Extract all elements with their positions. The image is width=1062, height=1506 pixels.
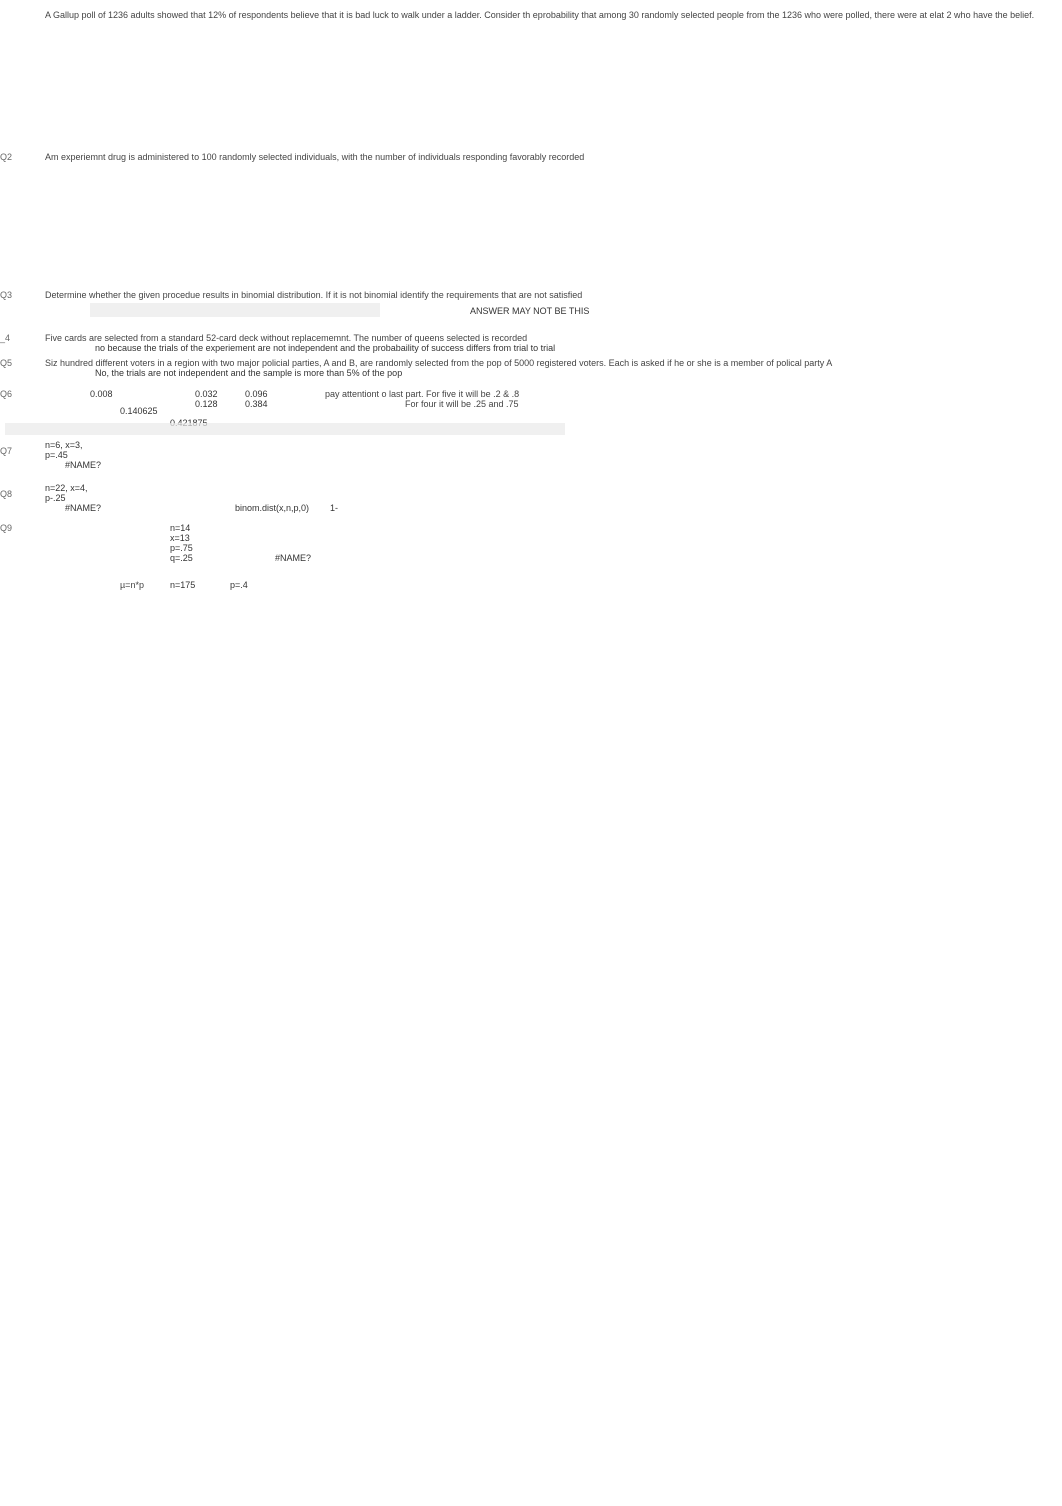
document-page: A Gallup poll of 1236 adults showed that… — [0, 0, 1062, 1506]
q3-answer-note: ANSWER MAY NOT BE THIS — [470, 306, 589, 316]
q1-text: A Gallup poll of 1236 adults showed that… — [45, 10, 1052, 20]
q2-label: Q2 — [0, 152, 30, 162]
q6-v4: 0.128 — [195, 399, 218, 409]
q6-note2: For four it will be .25 and .75 — [405, 399, 519, 409]
q3-label: Q3 — [0, 290, 30, 300]
q2-text: Am experiemnt drug is administered to 10… — [45, 152, 1052, 162]
q4-sub: no because the trials of the experiement… — [95, 343, 555, 353]
q5-text: Siz hundred different voters in a region… — [45, 358, 1052, 368]
q9-error: #NAME? — [275, 553, 311, 563]
q8-error: #NAME? — [65, 503, 101, 513]
q9-x: x=13 — [170, 533, 190, 543]
redaction-bar-2 — [5, 423, 565, 435]
q6-v3: 0.096 — [245, 389, 268, 399]
q8-label: Q8 — [0, 489, 30, 499]
q8-params: n=22, x=4, p-.25 — [45, 483, 105, 503]
q9-q: q=.25 — [170, 553, 193, 563]
q9-mu-p: p=.4 — [230, 580, 248, 590]
q6-v2: 0.032 — [195, 389, 218, 399]
q9-mu-label: µ=n*p — [120, 580, 144, 590]
q6-v1: 0.008 — [90, 389, 113, 399]
q3-text: Determine whether the given procedue res… — [45, 290, 1052, 300]
q4-text: Five cards are selected from a standard … — [45, 333, 1052, 343]
q9-p: p=.75 — [170, 543, 193, 553]
q6-v5: 0.384 — [245, 399, 268, 409]
q8-tail: 1- — [330, 503, 338, 513]
q5-label: Q5 — [0, 358, 30, 368]
q4-label: _4 — [0, 333, 30, 343]
q6-label: Q6 — [0, 389, 30, 399]
q9-n: n=14 — [170, 523, 190, 533]
q7-error: #NAME? — [65, 460, 101, 470]
q9-label: Q9 — [0, 523, 30, 533]
q7-label: Q7 — [0, 446, 30, 456]
redaction-bar — [90, 303, 380, 317]
q7-params: n=6, x=3, p=.45 — [45, 440, 105, 460]
q6-v6: 0.140625 — [120, 406, 158, 416]
q6-note1: pay attentiont o last part. For five it … — [325, 389, 519, 399]
q9-mu-n: n=175 — [170, 580, 195, 590]
q8-formula: binom.dist(x,n,p,0) — [235, 503, 309, 513]
q5-sub: No, the trials are not independent and t… — [95, 368, 402, 378]
